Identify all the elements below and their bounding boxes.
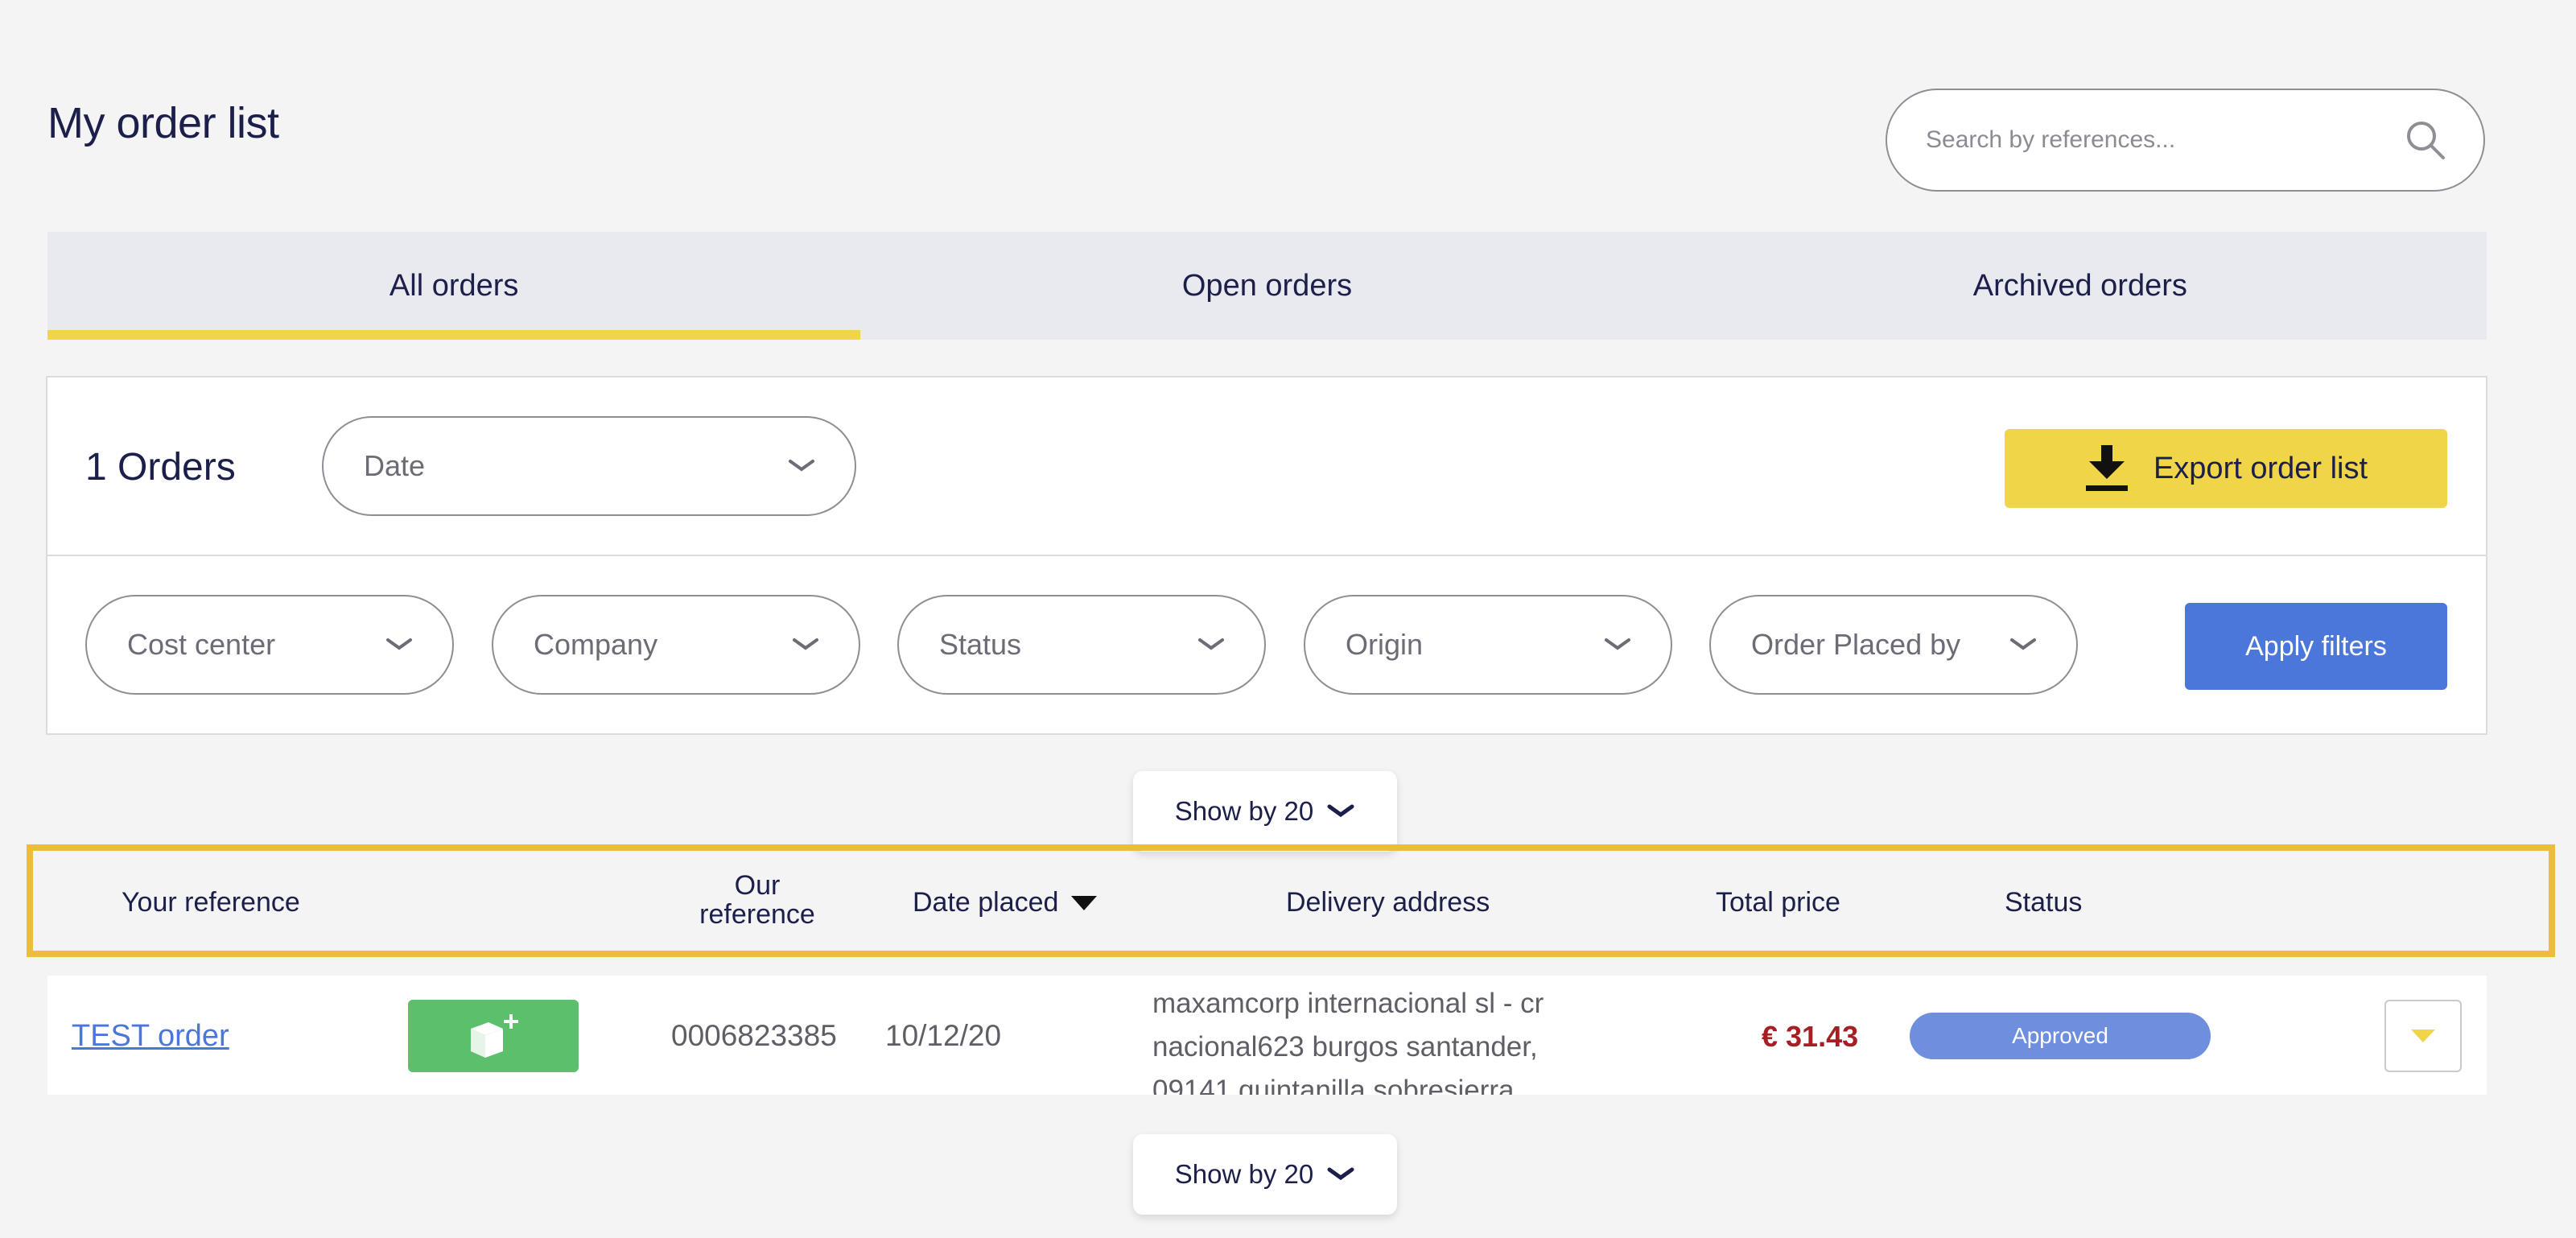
chevron-down-icon [789, 460, 814, 472]
search-box[interactable] [1886, 89, 2485, 192]
download-icon [2085, 445, 2128, 491]
orders-count: 1 Orders [85, 446, 236, 489]
apply-filters-button[interactable]: Apply filters [2185, 603, 2447, 690]
search-icon[interactable] [2403, 118, 2448, 163]
panel-divider [47, 555, 2486, 556]
expand-row-button[interactable] [2384, 1000, 2462, 1072]
status-select[interactable]: Status [897, 595, 1266, 695]
cost-center-label: Cost center [127, 628, 276, 661]
column-date-placed-label: Date placed [913, 887, 1059, 918]
delivery-address-cell: maxamcorp internacional sl - cr nacional… [1152, 988, 1544, 1095]
column-our-reference-line2: reference [699, 898, 815, 930]
search-input[interactable] [1926, 126, 2403, 154]
date-placed-cell: 10/12/20 [885, 1019, 1002, 1052]
chevron-down-icon [1198, 638, 1224, 650]
sort-desc-icon [1071, 895, 1098, 910]
column-delivery-address: Delivery address [1286, 887, 1490, 918]
show-by-label: Show by 20 [1174, 796, 1314, 826]
caret-down-icon [2411, 1030, 2435, 1042]
column-status: Status [2005, 887, 2083, 918]
origin-select[interactable]: Origin [1304, 595, 1672, 695]
total-price-cell: € 31.43 [1762, 1020, 1859, 1053]
date-select-label: Date [364, 449, 426, 482]
table-header: Your reference Our reference Date placed… [27, 844, 2555, 957]
order-reference-link[interactable]: TEST order [72, 1019, 229, 1054]
order-placed-by-label: Order Placed by [1751, 628, 1961, 661]
tab-archived-orders[interactable]: Archived orders [1674, 232, 2487, 340]
origin-label: Origin [1346, 628, 1424, 661]
tab-all-orders[interactable]: All orders [47, 232, 861, 340]
date-select[interactable]: Date [322, 416, 856, 516]
column-total-price: Total price [1716, 887, 1840, 918]
chevron-down-icon [386, 638, 412, 650]
export-order-list-button[interactable]: Export order list [2005, 429, 2447, 508]
cost-center-select[interactable]: Cost center [85, 595, 454, 695]
chevron-down-icon [1327, 804, 1354, 818]
column-our-reference-line1: Our [734, 870, 781, 901]
column-date-placed[interactable]: Date placed [913, 887, 1098, 918]
table-row: TEST order 0006823385 10/12/20 maxamcorp… [47, 976, 2487, 1095]
status-label: Status [939, 628, 1022, 661]
chevron-down-icon [2010, 638, 2036, 650]
tab-open-orders[interactable]: Open orders [860, 232, 1673, 340]
company-label: Company [534, 628, 658, 661]
chevron-down-icon [1605, 638, 1630, 650]
show-by-select-bottom[interactable]: Show by 20 [1133, 1134, 1397, 1215]
column-your-reference[interactable]: Your reference [122, 888, 300, 918]
our-reference-cell: 0006823385 [671, 1019, 837, 1052]
show-by-select-top[interactable]: Show by 20 [1133, 771, 1397, 852]
order-placed-by-select[interactable]: Order Placed by [1709, 595, 2078, 695]
column-our-reference[interactable]: Our reference [685, 870, 830, 930]
add-box-icon [471, 1014, 518, 1058]
export-label: Export order list [2153, 451, 2368, 485]
filter-panel: 1 Orders Date Export order list Cost cen… [46, 376, 2487, 735]
order-tabs: All orders Open orders Archived orders [47, 232, 2487, 340]
chevron-down-icon [793, 638, 818, 650]
show-by-label: Show by 20 [1174, 1159, 1314, 1189]
add-to-cart-button[interactable] [408, 1000, 579, 1072]
page-title: My order list [47, 99, 279, 147]
chevron-down-icon [1327, 1167, 1354, 1181]
status-badge: Approved [1910, 1013, 2211, 1059]
company-select[interactable]: Company [492, 595, 860, 695]
